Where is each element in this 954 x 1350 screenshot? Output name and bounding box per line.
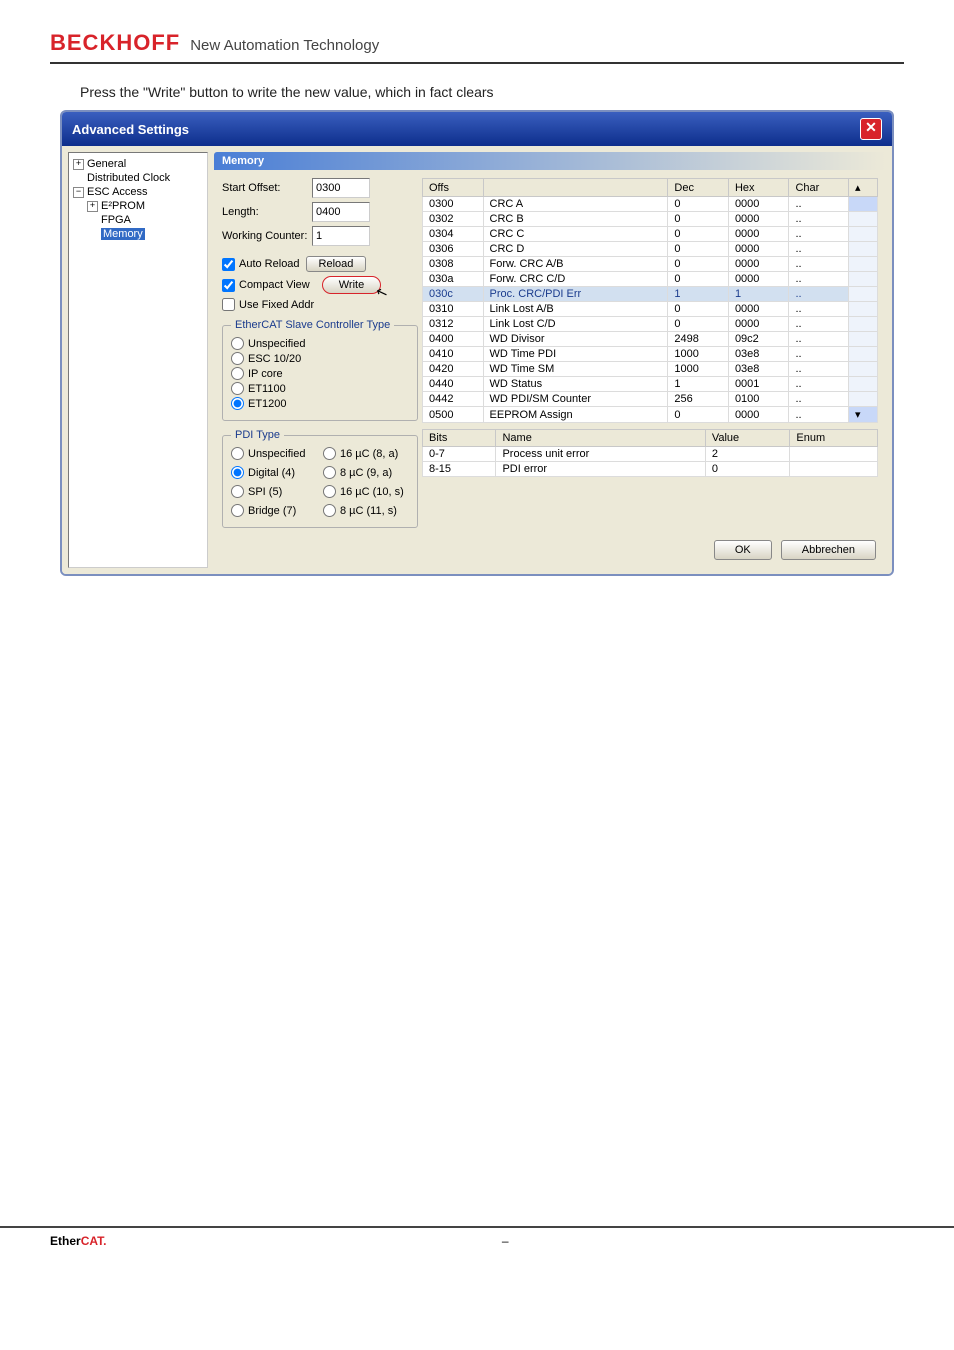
scrollbar-track[interactable]	[849, 242, 878, 257]
table-row[interactable]: 0310Link Lost A/B00000..	[423, 302, 878, 317]
length-input[interactable]	[312, 202, 370, 222]
scrollbar-track[interactable]	[849, 362, 878, 377]
scrollbar-track[interactable]	[849, 317, 878, 332]
tree-memory[interactable]: Memory	[73, 227, 203, 241]
ok-button[interactable]: OK	[714, 540, 772, 560]
table-row[interactable]: 030cProc. CRC/PDI Err11..	[423, 287, 878, 302]
scrollbar-track[interactable]	[849, 257, 878, 272]
reload-button[interactable]: Reload	[306, 256, 367, 272]
pdi-legend: PDI Type	[231, 429, 284, 441]
scrollbar-track[interactable]	[849, 347, 878, 362]
ethercat-logo: EtherCAT.	[50, 1234, 106, 1248]
table-row[interactable]: 0410WD Time PDI100003e8..	[423, 347, 878, 362]
col-dec[interactable]: Dec	[668, 179, 729, 197]
instruction-text: Press the "Write" button to write the ne…	[80, 84, 904, 100]
auto-reload-label: Auto Reload	[239, 258, 300, 270]
tree-eeprom[interactable]: +E²PROM	[73, 199, 203, 213]
col-hex[interactable]: Hex	[728, 179, 789, 197]
nav-tree[interactable]: +General Distributed Clock −ESC Access +…	[68, 152, 208, 568]
tree-esc-access[interactable]: −ESC Access	[73, 185, 203, 199]
scrollbar-track[interactable]	[849, 227, 878, 242]
table-row[interactable]: 0420WD Time SM100003e8..	[423, 362, 878, 377]
scrollbar-track[interactable]	[849, 212, 878, 227]
table-row[interactable]: 0304CRC C00000..	[423, 227, 878, 242]
col-bits[interactable]: Bits	[423, 430, 496, 447]
pdi-16uc8a-radio[interactable]	[323, 447, 336, 460]
table-row[interactable]: 0440WD Status10001..	[423, 377, 878, 392]
scrollbar-thumb[interactable]	[849, 197, 878, 212]
brand-logo: BECKHOFF	[50, 30, 180, 56]
table-row[interactable]: 0312Link Lost C/D00000..	[423, 317, 878, 332]
tree-distributed-clock[interactable]: Distributed Clock	[73, 171, 203, 185]
working-counter-input[interactable]	[312, 226, 370, 246]
pdi-8uc11s-radio[interactable]	[323, 504, 336, 517]
pdi-spi5-radio[interactable]	[231, 485, 244, 498]
table-row[interactable]: 0-7Process unit error2	[423, 447, 878, 462]
scrollbar-track[interactable]	[849, 332, 878, 347]
col-offs[interactable]: Offs	[423, 179, 484, 197]
col-name[interactable]	[483, 179, 668, 197]
use-fixed-addr-label: Use Fixed Addr	[239, 299, 314, 311]
pdi-type-group: PDI Type Unspecified 16 µC (8, a) Digita…	[222, 429, 418, 528]
cancel-button[interactable]: Abbrechen	[781, 540, 876, 560]
pdi-16uc10s-radio[interactable]	[323, 485, 336, 498]
table-row[interactable]: 0400WD Divisor249809c2..	[423, 332, 878, 347]
advanced-settings-dialog: Advanced Settings ✕ +General Distributed…	[60, 110, 894, 576]
col-bvalue[interactable]: Value	[705, 430, 790, 447]
table-row[interactable]: 0442WD PDI/SM Counter2560100..	[423, 392, 878, 407]
pdi-digital4-radio[interactable]	[231, 466, 244, 479]
bits-table[interactable]: Bits Name Value Enum 0-7Process unit err…	[422, 429, 878, 477]
tree-fpga[interactable]: FPGA	[73, 213, 203, 227]
brand-subtitle: New Automation Technology	[190, 37, 379, 54]
compact-view-checkbox[interactable]	[222, 279, 235, 292]
expand-icon[interactable]: −	[73, 187, 84, 198]
start-offset-input[interactable]	[312, 178, 370, 198]
start-offset-label: Start Offset:	[222, 182, 312, 194]
table-row[interactable]: 0300CRC A00000..	[423, 197, 878, 212]
section-title: Memory	[214, 152, 886, 170]
working-counter-label: Working Counter:	[222, 230, 312, 242]
table-row[interactable]: 8-15PDI error0	[423, 462, 878, 477]
esc-ipcore-radio[interactable]	[231, 367, 244, 380]
auto-reload-checkbox[interactable]	[222, 258, 235, 271]
tree-general[interactable]: +General	[73, 157, 203, 171]
footer-dash: –	[502, 1234, 509, 1248]
table-row[interactable]: 030aForw. CRC C/D00000..	[423, 272, 878, 287]
expand-icon[interactable]: +	[87, 201, 98, 212]
length-label: Length:	[222, 206, 312, 218]
pdi-bridge7-radio[interactable]	[231, 504, 244, 517]
table-row[interactable]: 0500EEPROM Assign00000..▾	[423, 407, 878, 423]
col-benum[interactable]: Enum	[790, 430, 878, 447]
col-bname[interactable]: Name	[496, 430, 705, 447]
esc-legend: EtherCAT Slave Controller Type	[231, 319, 394, 331]
memory-table[interactable]: Offs Dec Hex Char ▴ 0300CRC A00000..0302…	[422, 178, 878, 423]
pdi-unspecified-radio[interactable]	[231, 447, 244, 460]
table-row[interactable]: 0306CRC D00000..	[423, 242, 878, 257]
scrollbar-track[interactable]	[849, 392, 878, 407]
pdi-8uc9a-radio[interactable]	[323, 466, 336, 479]
scroll-up-icon[interactable]: ▴	[849, 179, 878, 197]
esc-et1100-radio[interactable]	[231, 382, 244, 395]
write-button[interactable]: Write↖	[322, 276, 381, 294]
dialog-title: Advanced Settings	[72, 122, 189, 137]
close-icon[interactable]: ✕	[860, 118, 882, 140]
esc-1020-radio[interactable]	[231, 352, 244, 365]
use-fixed-addr-checkbox[interactable]	[222, 298, 235, 311]
scrollbar-track[interactable]	[849, 302, 878, 317]
scrollbar-track[interactable]	[849, 377, 878, 392]
col-char[interactable]: Char	[789, 179, 849, 197]
scrollbar-track[interactable]	[849, 272, 878, 287]
expand-icon[interactable]: +	[73, 159, 84, 170]
esc-type-group: EtherCAT Slave Controller Type Unspecifi…	[222, 319, 418, 421]
scroll-down-icon[interactable]: ▾	[849, 407, 878, 423]
scrollbar-track[interactable]	[849, 287, 878, 302]
table-row[interactable]: 0302CRC B00000..	[423, 212, 878, 227]
esc-unspecified-radio[interactable]	[231, 337, 244, 350]
esc-et1200-radio[interactable]	[231, 397, 244, 410]
compact-view-label: Compact View	[239, 279, 310, 291]
dialog-titlebar[interactable]: Advanced Settings ✕	[62, 112, 892, 146]
table-row[interactable]: 0308Forw. CRC A/B00000..	[423, 257, 878, 272]
